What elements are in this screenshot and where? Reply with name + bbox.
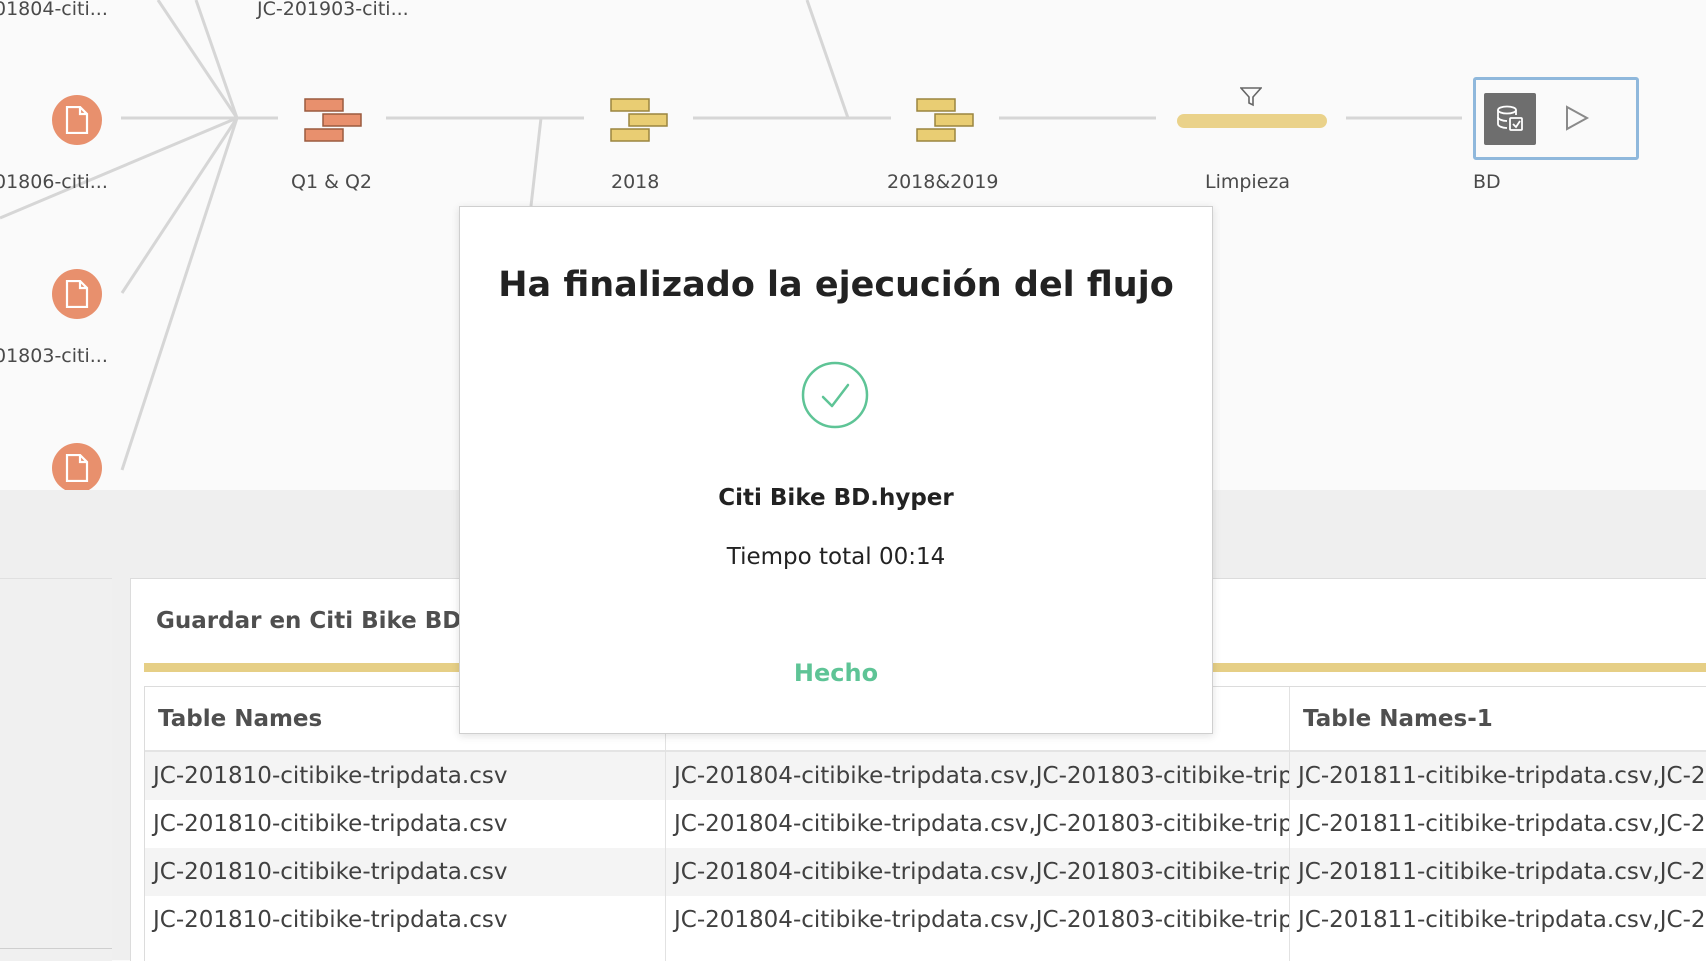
column-header[interactable]: Table Names-1 [1290, 687, 1706, 751]
source-node[interactable] [52, 95, 102, 145]
output-db-icon [1484, 93, 1536, 145]
source-label[interactable]: 01803-citi... [0, 345, 108, 367]
table-cell: JC-201810-citibike-tripdata.csv [153, 763, 508, 789]
step-label-bd[interactable]: BD [1473, 171, 1501, 193]
source-node[interactable] [52, 269, 102, 319]
step-label-2018[interactable]: 2018 [611, 171, 659, 193]
table-cell: JC-201804-citibike-tripdata.csv,JC-20180… [674, 763, 1289, 789]
table-row[interactable]: JC-201810-citibike-tripdata.csv JC-20180… [145, 848, 1706, 896]
step-label-limpieza[interactable]: Limpieza [1205, 171, 1290, 193]
table-row[interactable]: JC-201810-citibike-tripdata.csv JC-20180… [145, 800, 1706, 848]
table-cell: JC-201804-citibike-tripdata.csv,JC-20180… [674, 811, 1289, 837]
column-divider [1289, 687, 1290, 961]
table-row[interactable]: JC-201810-citibike-tripdata.csv JC-20180… [145, 752, 1706, 800]
source-node[interactable] [52, 443, 102, 490]
done-button[interactable]: Hecho [776, 653, 896, 693]
file-icon [65, 280, 89, 308]
check-circle-icon [801, 361, 869, 429]
union-icon[interactable] [610, 97, 670, 143]
divider [0, 948, 112, 949]
table-cell: JC-201804-citibike-tripdata.csv,JC-20180… [674, 907, 1289, 933]
step-label-2018-2019[interactable]: 2018&2019 [887, 171, 999, 193]
table-cell: JC-201811-citibike-tripdata.csv,JC-20181… [1298, 763, 1706, 789]
flow-complete-dialog: Ha finalizado la ejecución del flujo Cit… [459, 206, 1213, 734]
file-icon [65, 454, 89, 482]
file-icon [65, 106, 89, 134]
output-file-name: Citi Bike BD.hyper [718, 485, 954, 511]
union-icon[interactable] [304, 97, 364, 143]
step-label-q1q2[interactable]: Q1 & Q2 [291, 171, 372, 193]
source-label[interactable]: 01804-citi... [0, 0, 108, 20]
table-cell: JC-201811-citibike-tripdata.csv,JC-20181… [1298, 811, 1706, 837]
filter-icon [1240, 87, 1262, 107]
dialog-title: Ha finalizado la ejecución del flujo [498, 265, 1174, 305]
table-cell: JC-201810-citibike-tripdata.csv [153, 811, 508, 837]
union-icon[interactable] [916, 97, 976, 143]
database-icon [1497, 105, 1523, 131]
source-label[interactable]: JC-201903-citi... [257, 0, 409, 20]
table-cell: JC-201811-citibike-tripdata.csv,JC-20181… [1298, 907, 1706, 933]
source-label[interactable]: 01806-citi... [0, 171, 108, 193]
table-cell: JC-201810-citibike-tripdata.csv [153, 907, 508, 933]
total-time: Tiempo total 00:14 [726, 544, 946, 570]
output-node-selected[interactable] [1473, 77, 1639, 160]
settings-side-panel [0, 578, 112, 961]
clean-step-node[interactable] [1177, 114, 1327, 128]
table-cell: JC-201811-citibike-tripdata.csv,JC-20181… [1298, 859, 1706, 885]
table-cell: JC-201804-citibike-tripdata.csv,JC-20180… [674, 859, 1289, 885]
run-flow-icon[interactable] [1564, 104, 1590, 132]
table-cell: JC-201810-citibike-tripdata.csv [153, 859, 508, 885]
table-row[interactable]: JC-201810-citibike-tripdata.csv JC-20180… [145, 896, 1706, 944]
